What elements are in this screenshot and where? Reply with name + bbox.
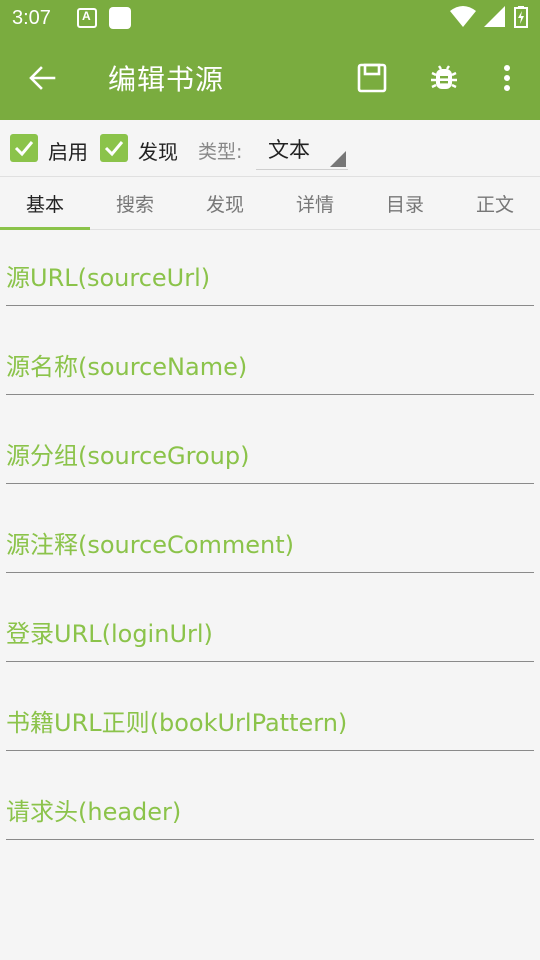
- toolbar: 编辑书源: [0, 36, 540, 120]
- login-url-field: [6, 602, 534, 662]
- save-icon: [357, 63, 387, 93]
- book-url-pattern-field: [6, 691, 534, 751]
- tab-label: 搜索: [115, 193, 154, 216]
- tab-detail[interactable]: 详情: [270, 177, 360, 229]
- debug-button[interactable]: [422, 56, 466, 100]
- back-button[interactable]: [20, 56, 64, 100]
- arrow-left-icon: [29, 66, 56, 90]
- source-group-field: [6, 424, 534, 484]
- tab-bar: 基本 搜索 发现 详情 目录 正文: [0, 176, 540, 230]
- more-vertical-icon: [504, 65, 510, 91]
- notification-app-icon: A: [76, 8, 97, 28]
- enabled-checkbox[interactable]: [10, 134, 38, 162]
- save-button[interactable]: [350, 56, 394, 100]
- more-options-button[interactable]: [485, 56, 529, 100]
- tab-content[interactable]: 正文: [450, 177, 540, 229]
- source-comment-field: [6, 513, 534, 573]
- battery-icon: [514, 6, 528, 28]
- book-url-pattern-input[interactable]: [6, 705, 534, 741]
- header-field: [6, 780, 534, 840]
- login-url-input[interactable]: [6, 616, 534, 652]
- source-name-field: [6, 335, 534, 395]
- status-bar: 3:07 A: [0, 0, 540, 36]
- dropdown-triangle-icon: [330, 151, 346, 167]
- source-name-input[interactable]: [6, 349, 534, 385]
- type-value: 文本: [268, 138, 310, 162]
- tab-indicator: [0, 227, 90, 230]
- wifi-icon: [450, 6, 476, 27]
- tab-label: 正文: [475, 193, 514, 216]
- tab-label: 目录: [385, 193, 424, 216]
- source-url-input[interactable]: [6, 260, 534, 296]
- discover-checkbox[interactable]: [100, 134, 128, 162]
- check-icon: [14, 141, 34, 157]
- status-icons: [450, 6, 528, 28]
- source-comment-input[interactable]: [6, 527, 534, 563]
- page-title: 编辑书源: [108, 63, 225, 96]
- tab-search[interactable]: 搜索: [90, 177, 180, 229]
- tab-label: 基本: [25, 193, 64, 216]
- tab-label: 发现: [205, 193, 244, 216]
- bug-icon: [431, 65, 457, 89]
- check-icon: [104, 141, 124, 157]
- app-bar: 3:07 A 编辑书源: [0, 0, 540, 120]
- tab-basic[interactable]: 基本: [0, 177, 90, 230]
- discover-label: 发现: [138, 140, 178, 164]
- options-row: 启用 发现 类型: 文本: [0, 120, 540, 176]
- type-select[interactable]: 文本: [256, 130, 348, 170]
- notification-square-icon: [108, 7, 131, 29]
- tab-label: 详情: [295, 193, 334, 216]
- type-label: 类型:: [198, 141, 243, 163]
- tab-discover[interactable]: 发现: [180, 177, 270, 229]
- status-time: 3:07: [12, 6, 51, 29]
- header-input[interactable]: [6, 794, 534, 830]
- notification-app-letter: A: [81, 9, 91, 23]
- enabled-label: 启用: [48, 140, 88, 164]
- tab-toc[interactable]: 目录: [360, 177, 450, 229]
- signal-icon: [484, 6, 505, 27]
- source-url-field: [6, 246, 534, 306]
- source-group-input[interactable]: [6, 438, 534, 474]
